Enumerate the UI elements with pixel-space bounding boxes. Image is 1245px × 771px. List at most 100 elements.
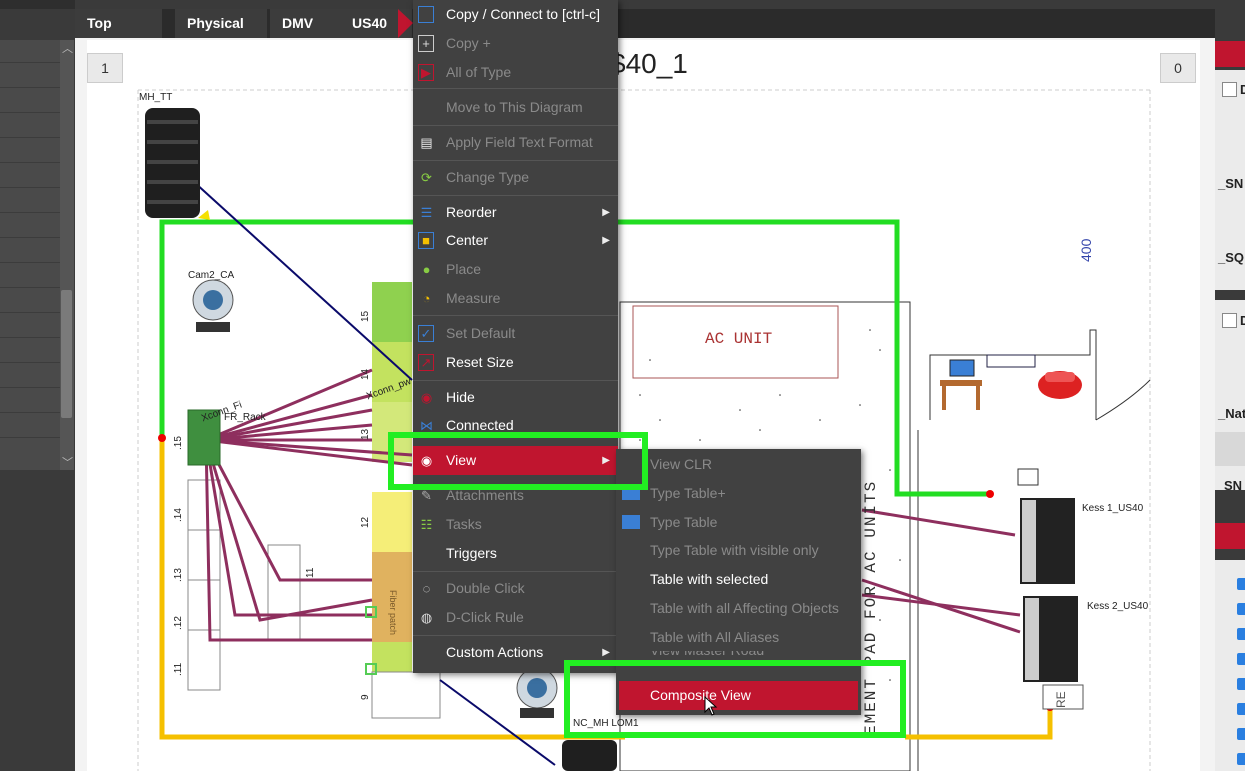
left-number: .14 xyxy=(173,508,184,522)
checkbox-checked[interactable] xyxy=(1237,753,1245,765)
rack-number: 14 xyxy=(360,368,371,380)
checkbox[interactable] xyxy=(1222,313,1237,328)
rack-number: 15 xyxy=(360,310,371,322)
submenu-item-table-aliases[interactable]: Table with All Aliases xyxy=(616,623,861,652)
panel-block xyxy=(372,282,412,342)
dclick-rule-icon: ◍ xyxy=(420,610,433,625)
format-icon: ▤ xyxy=(420,135,433,150)
tasks-icon: ☷ xyxy=(420,517,433,532)
menu-item-dclick-rule[interactable]: ◍ D-Click Rule xyxy=(413,603,618,632)
manhole-icon xyxy=(562,740,617,771)
menu-separator xyxy=(413,88,618,89)
menu-item-reorder[interactable]: ☰ Reorder ▶ xyxy=(413,198,618,227)
menu-item-set-default[interactable]: ✓ Set Default xyxy=(413,319,618,348)
menu-item-place[interactable]: ● Place xyxy=(413,255,618,284)
right-panel-header xyxy=(1215,41,1245,67)
place-icon: ● xyxy=(422,262,431,277)
menu-item-reset-size[interactable]: ↗ Reset Size xyxy=(413,348,618,377)
menu-separator xyxy=(413,380,618,381)
submenu-arrow-icon: ▶ xyxy=(602,235,610,246)
submenu-item-table-affecting[interactable]: Table with all Affecting Objects xyxy=(616,594,861,623)
boundary-node xyxy=(986,490,994,498)
desk-icon xyxy=(940,359,982,410)
checkbox-checked[interactable] xyxy=(1237,678,1245,690)
checkbox-checked[interactable] xyxy=(1237,653,1245,665)
right-panel-selected-row[interactable] xyxy=(1215,432,1245,466)
rack-number: 11 xyxy=(305,567,316,578)
menu-item-apply-format[interactable]: ▤ Apply Field Text Format xyxy=(413,128,618,157)
menu-item-all-of-type[interactable]: ▶ All of Type xyxy=(413,58,618,87)
highlight-box-view xyxy=(388,432,648,490)
label-cam2: Cam2_CA xyxy=(188,270,235,281)
menu-separator xyxy=(413,635,618,636)
menu-item-tasks[interactable]: ☷ Tasks xyxy=(413,510,618,539)
checkbox-checked[interactable] xyxy=(1237,728,1245,740)
menu-separator xyxy=(413,315,618,316)
menu-item-copy-plus[interactable]: + Copy + xyxy=(413,29,618,58)
menu-item-center[interactable]: ■ Center ▶ xyxy=(413,226,618,255)
panel-block xyxy=(372,492,412,552)
right-panel-label: _Nat xyxy=(1218,406,1245,421)
label-dimension: 400 xyxy=(1078,238,1094,262)
submenu-item-type-table-visible[interactable]: Type Table with visible only xyxy=(616,536,861,565)
menu-separator xyxy=(413,195,618,196)
menu-item-double-click[interactable]: ◌ Double Click xyxy=(413,574,618,603)
menu-item-move-to-diagram[interactable]: Move to This Diagram xyxy=(413,93,618,122)
yellow-boundary xyxy=(905,707,1053,740)
left-number: 9 xyxy=(360,694,371,700)
reorder-icon: ☰ xyxy=(420,205,433,220)
label-mh-tt: MH_TT xyxy=(139,92,173,103)
table-icon xyxy=(622,515,640,529)
submenu-item-type-table-plus[interactable]: Type Table+ xyxy=(616,479,861,508)
menu-item-copy-connect[interactable]: Copy / Connect to [ctrl-c] xyxy=(413,0,618,29)
submenu-item-type-table[interactable]: Type Table xyxy=(616,508,861,537)
camera-icon xyxy=(192,279,234,332)
menu-separator xyxy=(413,571,618,572)
submenu-item-table-selected[interactable]: Table with selected xyxy=(616,565,861,594)
rack-outline xyxy=(267,544,301,641)
all-type-icon: ▶ xyxy=(418,64,434,81)
right-panel-label: _SQ xyxy=(1218,250,1245,265)
desk-outline xyxy=(986,354,1036,368)
copy-plus-icon: + xyxy=(418,35,434,52)
hide-icon: ◉ xyxy=(420,390,433,405)
checkbox-checked[interactable] xyxy=(1237,603,1245,615)
right-panel-header xyxy=(1215,523,1245,549)
checkbox-checked[interactable] xyxy=(1237,703,1245,715)
boundary-node xyxy=(158,434,166,442)
label-re: RE xyxy=(1054,691,1068,708)
left-number: .12 xyxy=(173,616,184,630)
center-icon: ■ xyxy=(418,232,434,249)
left-number: .11 xyxy=(173,662,184,676)
label-kess2: Kess 2_US40 xyxy=(1087,601,1149,612)
set-default-icon: ✓ xyxy=(418,325,434,342)
right-panel-letter: D xyxy=(1240,82,1245,97)
camera-icon xyxy=(516,667,558,718)
menu-item-triggers[interactable]: Triggers xyxy=(413,539,618,568)
left-number: .15 xyxy=(173,436,184,450)
small-box xyxy=(1017,468,1039,486)
submenu-item-view-clr[interactable]: View CLR xyxy=(616,450,861,479)
checkbox-checked[interactable] xyxy=(1237,628,1245,640)
server-icon xyxy=(1020,498,1075,584)
mouse-cursor-icon xyxy=(704,696,718,716)
right-panel-label: _SN xyxy=(1218,176,1244,191)
checkbox-checked[interactable] xyxy=(1237,578,1245,590)
highlight-box-composite xyxy=(564,660,906,738)
rack-number: 12 xyxy=(360,516,371,528)
reset-size-icon: ↗ xyxy=(418,354,434,371)
menu-item-hide[interactable]: ◉ Hide xyxy=(413,383,618,412)
door-swing xyxy=(1095,379,1151,421)
menu-separator xyxy=(413,160,618,161)
measure-icon: ◔ xyxy=(422,291,431,306)
menu-separator xyxy=(413,125,618,126)
menu-item-measure[interactable]: ◔ Measure xyxy=(413,284,618,313)
manhole-icon xyxy=(145,108,200,218)
rack-number: 13 xyxy=(360,428,371,440)
right-panel-label: SN xyxy=(1224,478,1243,493)
double-click-icon: ◌ xyxy=(422,581,431,596)
menu-item-change-type[interactable]: ⟳ Change Type xyxy=(413,163,618,192)
label-fiber: Fiber patch xyxy=(388,590,398,636)
submenu-arrow-icon: ▶ xyxy=(602,207,610,218)
checkbox[interactable] xyxy=(1222,82,1237,97)
